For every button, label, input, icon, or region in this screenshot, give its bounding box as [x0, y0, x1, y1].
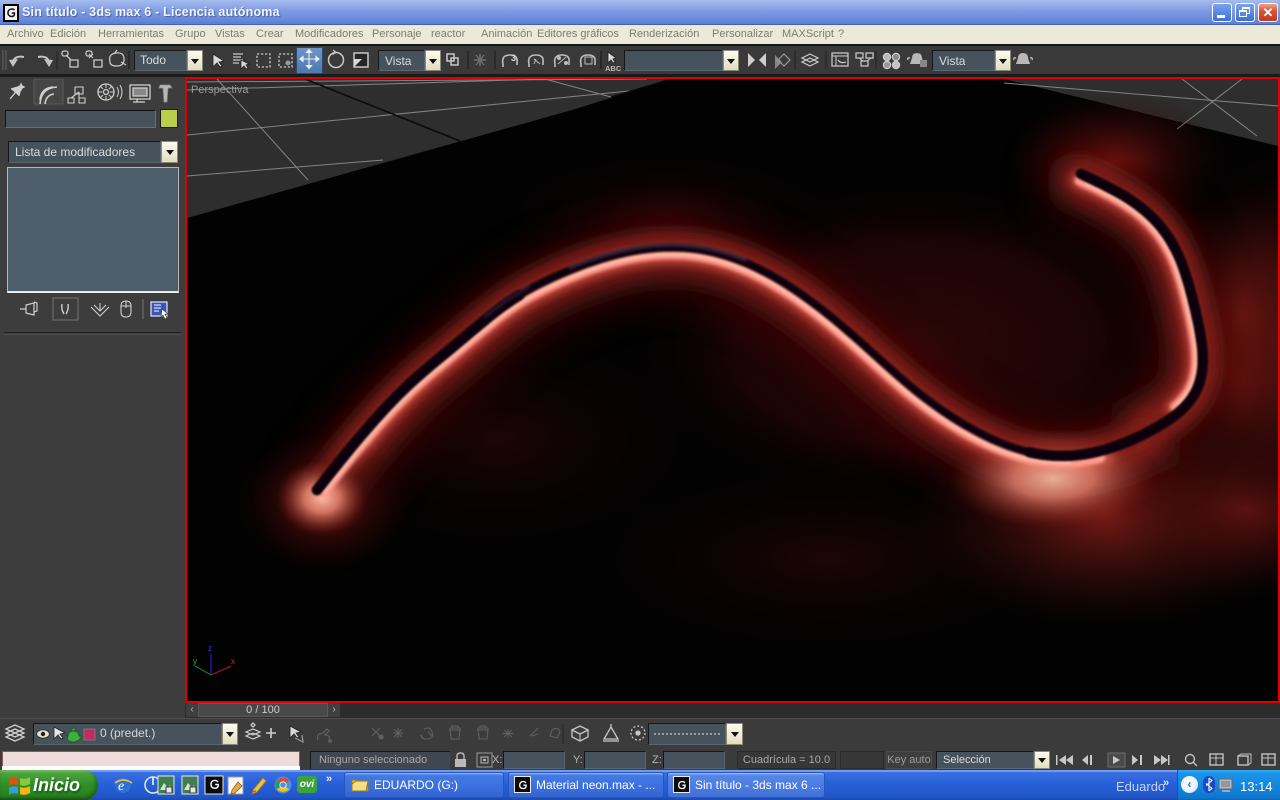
svg-text:Perspectiva: Perspectiva [191, 84, 249, 96]
svg-text:3: 3 [511, 53, 516, 63]
svg-text:x: x [231, 657, 235, 666]
svg-text:y: y [193, 657, 197, 666]
svg-text:ABC: ABC [605, 64, 622, 73]
svg-text:z: z [208, 644, 212, 653]
